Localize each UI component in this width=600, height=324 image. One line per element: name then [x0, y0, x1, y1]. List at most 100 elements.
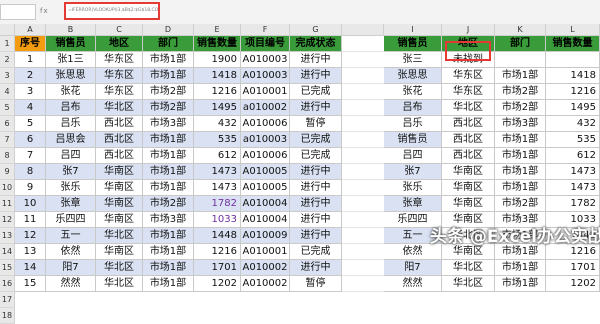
table-cell[interactable]: 1473: [194, 180, 241, 196]
table-cell[interactable]: 1495: [194, 100, 241, 116]
table-cell[interactable]: 市场1部: [143, 260, 194, 276]
table-cell[interactable]: 吕四: [46, 148, 96, 164]
table-cell[interactable]: 阳7: [384, 260, 442, 276]
table-cell[interactable]: 市场2部: [143, 196, 194, 212]
table-cell[interactable]: 5: [15, 116, 46, 132]
table-cell[interactable]: 暂停: [290, 116, 342, 132]
table-cell[interactable]: 华南区: [96, 196, 143, 212]
table-cell[interactable]: 市场1部: [143, 228, 194, 244]
table-cell[interactable]: 华南区: [442, 164, 495, 180]
table-cell[interactable]: 西北区: [442, 132, 495, 148]
table-cell[interactable]: 张思思: [384, 68, 442, 84]
table-cell[interactable]: 1782: [546, 196, 600, 212]
table-cell[interactable]: 华北区: [96, 100, 143, 116]
table-cell[interactable]: 612: [546, 148, 600, 164]
table-cell[interactable]: 已完成: [290, 132, 342, 148]
row-header[interactable]: 1: [0, 36, 15, 52]
table-cell[interactable]: A010004: [241, 212, 290, 228]
row-header[interactable]: 8: [0, 148, 15, 164]
table-cell[interactable]: 市场1部: [143, 148, 194, 164]
table-cell[interactable]: 华南区: [96, 180, 143, 196]
table-cell[interactable]: 张7: [384, 164, 442, 180]
empty-cell[interactable]: [342, 116, 384, 132]
table-cell[interactable]: 1216: [194, 84, 241, 100]
table-cell[interactable]: 535: [194, 132, 241, 148]
row-header[interactable]: 15: [0, 260, 15, 276]
table-cell[interactable]: 进行中: [290, 52, 342, 68]
table-cell[interactable]: 市场1部: [143, 164, 194, 180]
table-header-cell[interactable]: 部门: [143, 36, 194, 52]
table-cell[interactable]: 华南区: [96, 244, 143, 260]
table-cell[interactable]: 1701: [194, 260, 241, 276]
empty-cell[interactable]: [342, 244, 384, 260]
table-cell[interactable]: A010006: [241, 116, 290, 132]
table-cell[interactable]: 1202: [194, 276, 241, 292]
table-cell[interactable]: 进行中: [290, 100, 342, 116]
table-header-cell[interactable]: 销售员: [46, 36, 96, 52]
empty-cell[interactable]: [342, 52, 384, 68]
table-header-cell[interactable]: 销售员: [384, 36, 442, 52]
table-cell[interactable]: 张乐: [384, 180, 442, 196]
column-header[interactable]: C: [96, 24, 143, 36]
row-header[interactable]: 17: [0, 292, 15, 308]
table-cell[interactable]: 市场1部: [143, 132, 194, 148]
table-header-cell[interactable]: 项目编号: [241, 36, 290, 52]
table-header-cell[interactable]: 销售数量: [194, 36, 241, 52]
empty-cell[interactable]: [342, 132, 384, 148]
table-cell[interactable]: 1900: [194, 52, 241, 68]
table-cell[interactable]: 华北区: [442, 260, 495, 276]
row-header[interactable]: 13: [0, 228, 15, 244]
column-header[interactable]: B: [46, 24, 96, 36]
table-cell[interactable]: 华北区: [96, 228, 143, 244]
table-cell[interactable]: 已完成: [290, 84, 342, 100]
table-cell[interactable]: 1448: [194, 228, 241, 244]
table-cell[interactable]: 市场1部: [143, 244, 194, 260]
table-cell[interactable]: 1202: [546, 276, 600, 292]
table-cell[interactable]: 张1三: [46, 52, 96, 68]
table-header-cell[interactable]: 完成状态: [290, 36, 342, 52]
row-header[interactable]: 16: [0, 276, 15, 292]
row-header[interactable]: 2: [0, 52, 15, 68]
table-cell[interactable]: 吕四: [384, 148, 442, 164]
table-cell[interactable]: 10: [15, 196, 46, 212]
empty-cell[interactable]: [342, 228, 384, 244]
table-cell[interactable]: 12: [15, 228, 46, 244]
table-cell[interactable]: 8: [15, 164, 46, 180]
table-cell[interactable]: A010001: [241, 244, 290, 260]
table-cell[interactable]: 华北区: [96, 260, 143, 276]
table-cell[interactable]: 华北区: [442, 276, 495, 292]
table-cell[interactable]: 张思思: [46, 68, 96, 84]
table-cell[interactable]: 张乐: [46, 180, 96, 196]
table-cell[interactable]: 华东区: [96, 52, 143, 68]
table-cell[interactable]: 市场1部: [495, 180, 546, 196]
table-cell[interactable]: [495, 52, 546, 68]
table-cell[interactable]: 4: [15, 100, 46, 116]
row-header[interactable]: 12: [0, 212, 15, 228]
column-header[interactable]: G: [290, 24, 342, 36]
table-cell[interactable]: 张章: [384, 196, 442, 212]
empty-cell[interactable]: [342, 68, 384, 84]
table-cell[interactable]: 1418: [194, 68, 241, 84]
table-cell[interactable]: a010002: [241, 100, 290, 116]
table-cell[interactable]: 6: [15, 132, 46, 148]
table-cell[interactable]: A010005: [241, 180, 290, 196]
table-cell[interactable]: 1782: [194, 196, 241, 212]
empty-cell[interactable]: [342, 164, 384, 180]
table-cell[interactable]: 进行中: [290, 260, 342, 276]
row-header[interactable]: 6: [0, 116, 15, 132]
table-cell[interactable]: 进行中: [290, 228, 342, 244]
table-cell[interactable]: 市场1部: [495, 132, 546, 148]
table-cell[interactable]: 然然: [384, 276, 442, 292]
row-header[interactable]: 14: [0, 244, 15, 260]
table-cell[interactable]: A010002: [241, 260, 290, 276]
table-cell[interactable]: 华北区: [442, 100, 495, 116]
empty-cell[interactable]: [342, 260, 384, 276]
row-header[interactable]: 5: [0, 100, 15, 116]
row-header[interactable]: 18: [0, 308, 15, 324]
table-cell[interactable]: 432: [194, 116, 241, 132]
table-cell[interactable]: 进行中: [290, 196, 342, 212]
table-cell[interactable]: 吕乐: [46, 116, 96, 132]
table-cell[interactable]: 市场1部: [143, 276, 194, 292]
empty-cell[interactable]: [342, 36, 384, 52]
column-header[interactable]: I: [384, 24, 442, 36]
